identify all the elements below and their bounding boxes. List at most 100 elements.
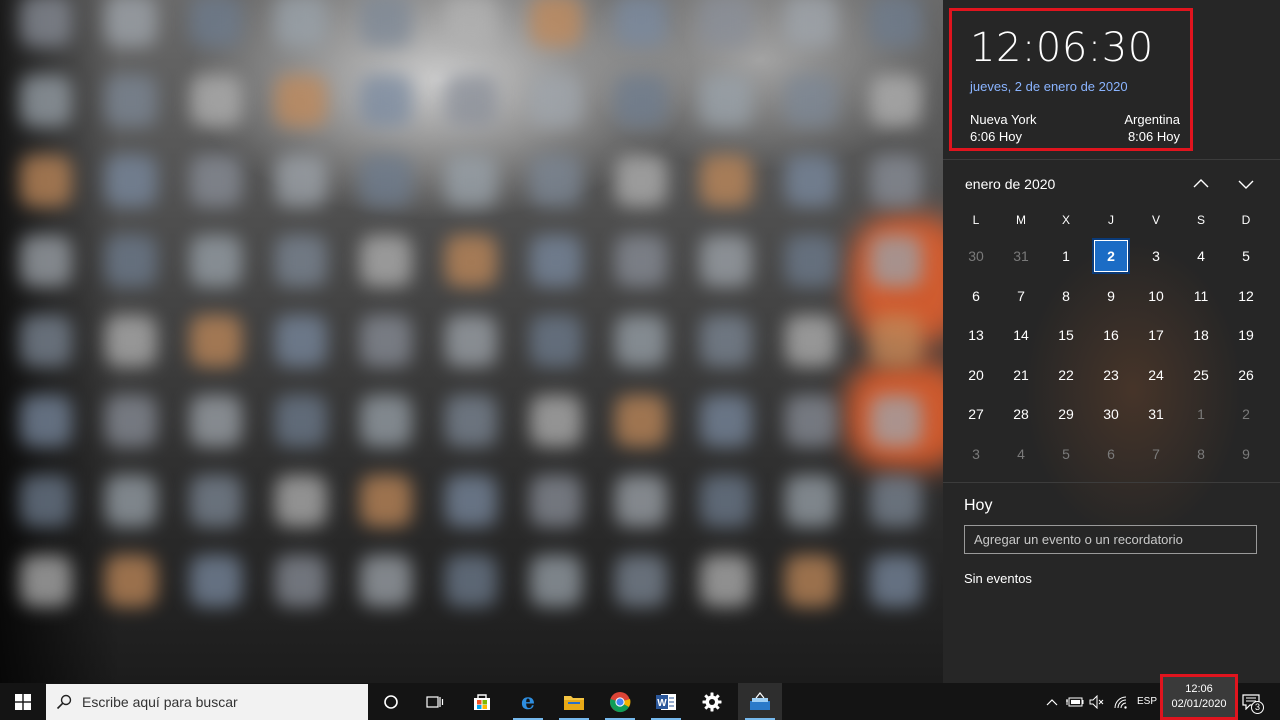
calendar-day[interactable]: 21 xyxy=(1001,358,1041,392)
cortana-button[interactable] xyxy=(370,683,412,720)
blurred-desktop-icon xyxy=(530,75,582,127)
calendar-day[interactable]: 7 xyxy=(1136,437,1176,471)
calendar-day[interactable]: 23 xyxy=(1091,358,1131,392)
calendar-day[interactable]: 6 xyxy=(956,279,996,313)
word-button[interactable]: W xyxy=(644,683,688,720)
blurred-desktop-icon xyxy=(105,155,157,207)
calendar-day[interactable]: 5 xyxy=(1226,239,1266,273)
calendar-day[interactable]: 31 xyxy=(1001,239,1041,273)
calendar-day[interactable]: 8 xyxy=(1046,279,1086,313)
action-center-button[interactable]: 3 xyxy=(1238,683,1264,720)
calendar-day[interactable]: 4 xyxy=(1001,437,1041,471)
previous-month-button[interactable] xyxy=(1189,172,1213,196)
calendar-day[interactable]: 1 xyxy=(1181,397,1221,431)
network-button[interactable] xyxy=(1110,683,1132,720)
blurred-desktop-icon xyxy=(445,315,497,367)
blurred-desktop-icon xyxy=(105,235,157,287)
app-button[interactable] xyxy=(738,683,782,720)
task-view-button[interactable] xyxy=(414,683,456,720)
no-events-label: Sin eventos xyxy=(964,571,1032,586)
blurred-desktop-icon xyxy=(105,75,157,127)
calendar-day[interactable]: 31 xyxy=(1136,397,1176,431)
calendar-day[interactable]: 27 xyxy=(956,397,996,431)
calendar-day[interactable]: 20 xyxy=(956,358,996,392)
blurred-desktop-icon xyxy=(785,75,837,127)
blurred-desktop-icon xyxy=(615,155,667,207)
blurred-desktop-icon xyxy=(190,155,242,207)
calendar-day[interactable]: 26 xyxy=(1226,358,1266,392)
weekday-label: S xyxy=(1196,213,1205,227)
blurred-desktop-icon xyxy=(615,315,667,367)
taskbar-clock-button[interactable]: 12:06 02/01/2020 xyxy=(1160,674,1238,720)
volume-muted-icon xyxy=(1089,694,1104,709)
current-date-link[interactable]: jueves, 2 de enero de 2020 xyxy=(970,79,1128,94)
blurred-desktop-icon xyxy=(700,0,752,47)
calendar-day[interactable]: 19 xyxy=(1226,318,1266,352)
calendar-day[interactable]: 16 xyxy=(1091,318,1131,352)
timezone-city: Argentina xyxy=(1124,112,1180,127)
blurred-desktop-icon xyxy=(530,235,582,287)
calendar-day[interactable]: 15 xyxy=(1046,318,1086,352)
blurred-desktop-icon xyxy=(700,235,752,287)
blurred-desktop-icon xyxy=(360,555,412,607)
blurred-desktop-icon xyxy=(190,235,242,287)
calendar-day[interactable]: 30 xyxy=(1091,397,1131,431)
next-month-button[interactable] xyxy=(1234,172,1258,196)
add-event-input[interactable] xyxy=(964,525,1257,554)
calendar-day[interactable]: 14 xyxy=(1001,318,1041,352)
calendar-day[interactable]: 5 xyxy=(1046,437,1086,471)
battery-icon xyxy=(1066,697,1084,706)
blurred-desktop-icon xyxy=(445,0,497,47)
input-language-button[interactable]: ESP xyxy=(1134,683,1160,720)
start-button[interactable] xyxy=(0,683,46,720)
edge-button[interactable]: e xyxy=(506,683,550,720)
blurred-desktop-icon xyxy=(275,555,327,607)
blurred-desktop-icon xyxy=(615,0,667,47)
blurred-desktop-icon xyxy=(275,315,327,367)
calendar-day[interactable]: 12 xyxy=(1226,279,1266,313)
chrome-button[interactable] xyxy=(598,683,642,720)
battery-button[interactable] xyxy=(1064,683,1086,720)
calendar-day[interactable]: 1 xyxy=(1046,239,1086,273)
calendar-month-title[interactable]: enero de 2020 xyxy=(965,176,1055,192)
calendar-day[interactable]: 22 xyxy=(1046,358,1086,392)
file-explorer-button[interactable] xyxy=(552,683,596,720)
calendar-day[interactable]: 6 xyxy=(1091,437,1131,471)
calendar-day[interactable]: 29 xyxy=(1046,397,1086,431)
blurred-desktop-icon xyxy=(105,315,157,367)
blurred-desktop-icon xyxy=(615,395,667,447)
calendar-day[interactable]: 17 xyxy=(1136,318,1176,352)
blurred-desktop-icon xyxy=(530,315,582,367)
blurred-desktop-icon xyxy=(615,555,667,607)
calendar-day[interactable]: 8 xyxy=(1181,437,1221,471)
svg-text:W: W xyxy=(657,698,667,709)
show-hidden-icons-button[interactable] xyxy=(1042,683,1062,720)
calendar-day[interactable]: 30 xyxy=(956,239,996,273)
calendar-day[interactable]: 18 xyxy=(1181,318,1221,352)
taskbar-search-box[interactable]: Escribe aquí para buscar xyxy=(46,684,368,720)
calendar-day[interactable]: 13 xyxy=(956,318,996,352)
blurred-desktop-icon xyxy=(615,75,667,127)
settings-button[interactable] xyxy=(690,683,734,720)
calendar-day[interactable]: 9 xyxy=(1226,437,1266,471)
calendar-day[interactable]: 3 xyxy=(956,437,996,471)
blurred-desktop-icon xyxy=(530,155,582,207)
calendar-day[interactable]: 28 xyxy=(1001,397,1041,431)
store-button[interactable] xyxy=(460,683,504,720)
weekday-label: V xyxy=(1151,213,1160,227)
blurred-desktop-icon xyxy=(700,315,752,367)
calendar-day[interactable]: 10 xyxy=(1136,279,1176,313)
timezone-time: 6:06 Hoy xyxy=(970,129,1023,144)
calendar-day-today[interactable]: 2 xyxy=(1092,238,1130,274)
volume-button[interactable] xyxy=(1087,683,1107,720)
blurred-desktop-icon xyxy=(20,475,72,527)
blurred-desktop-icon xyxy=(360,75,412,127)
calendar-day[interactable]: 25 xyxy=(1181,358,1221,392)
calendar-day[interactable]: 4 xyxy=(1181,239,1221,273)
calendar-day[interactable]: 11 xyxy=(1181,279,1221,313)
calendar-day[interactable]: 24 xyxy=(1136,358,1176,392)
calendar-day[interactable]: 7 xyxy=(1001,279,1041,313)
calendar-day[interactable]: 9 xyxy=(1091,279,1131,313)
calendar-day[interactable]: 3 xyxy=(1136,239,1176,273)
calendar-day[interactable]: 2 xyxy=(1226,397,1266,431)
